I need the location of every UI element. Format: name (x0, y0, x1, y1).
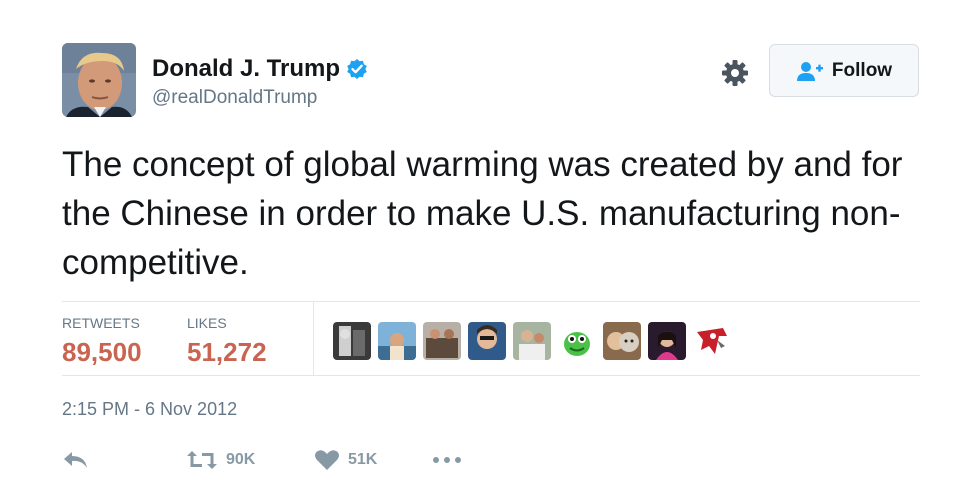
liker-avatar-5[interactable] (513, 322, 551, 360)
retweets-stat[interactable]: RETWEETS 89,500 (62, 315, 142, 367)
liker-avatar-4[interactable] (468, 322, 506, 360)
liker-avatar-1[interactable] (333, 322, 371, 360)
retweet-icon (186, 449, 218, 471)
liker-avatar-9[interactable] (693, 322, 731, 360)
retweet-button[interactable]: 90K (186, 445, 255, 475)
stats-vertical-divider (313, 302, 314, 375)
stats-top-divider (62, 301, 920, 302)
liker-avatars (333, 322, 731, 360)
like-button[interactable]: 51K (314, 445, 377, 475)
heart-icon (314, 449, 340, 471)
like-count: 51K (348, 451, 378, 468)
retweet-count: 90K (226, 451, 256, 468)
liker-avatar-3[interactable] (423, 322, 461, 360)
liker-avatar-8[interactable] (648, 322, 686, 360)
follow-label: Follow (831, 59, 893, 81)
reply-button[interactable] (62, 445, 90, 475)
user-handle[interactable]: @realDonaldTrump (152, 86, 368, 110)
gear-icon[interactable] (720, 58, 750, 88)
user-identity[interactable]: Donald J. Trump @realDonaldTrump (152, 54, 368, 110)
follow-button[interactable]: Follow (769, 44, 919, 97)
likes-stat[interactable]: LIKES 51,272 (187, 315, 267, 367)
liker-avatar-6[interactable] (558, 322, 596, 360)
display-name[interactable]: Donald J. Trump (152, 54, 340, 84)
likes-label: LIKES (187, 315, 227, 331)
more-dots-icon (432, 455, 462, 465)
stats-bottom-divider (62, 375, 920, 376)
follow-user-icon (796, 60, 824, 82)
more-button[interactable] (432, 445, 462, 475)
likes-count: 51,272 (187, 337, 267, 367)
verified-badge-icon (346, 58, 368, 80)
tweet-text: The concept of global warming was create… (62, 145, 903, 282)
reply-icon (62, 449, 90, 471)
avatar[interactable] (62, 43, 136, 117)
retweets-label: RETWEETS (62, 315, 140, 331)
timestamp[interactable]: 2:15 PM - 6 Nov 2012 (62, 397, 237, 421)
tweet-card: Donald J. Trump @realDonaldTrump Follow … (0, 0, 980, 486)
retweets-count: 89,500 (62, 337, 142, 367)
liker-avatar-2[interactable] (378, 322, 416, 360)
liker-avatar-7[interactable] (603, 322, 641, 360)
